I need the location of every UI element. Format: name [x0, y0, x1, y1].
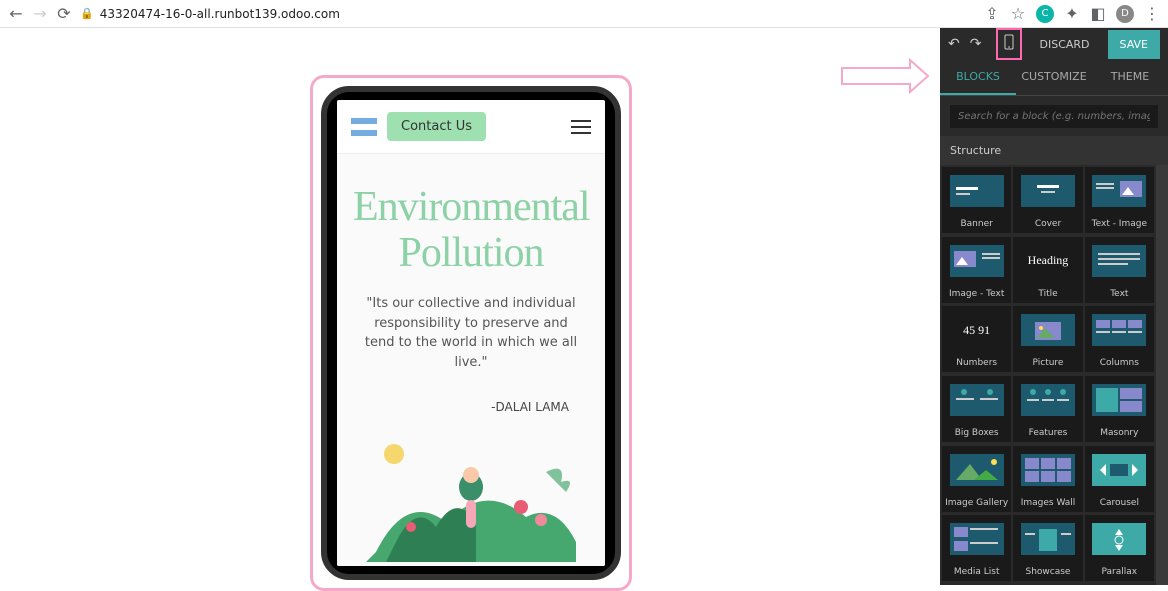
share-icon[interactable]: ⇪ — [984, 6, 1000, 22]
block-showcase[interactable]: Showcase — [1013, 515, 1082, 581]
block-thumb — [1092, 384, 1146, 416]
block-parallax[interactable]: Parallax — [1085, 515, 1154, 581]
block-label: Numbers — [956, 354, 997, 372]
mobile-preview-toggle[interactable] — [996, 28, 1022, 60]
puzzle-icon[interactable]: ✦ — [1064, 6, 1080, 22]
block-label: Carousel — [1100, 494, 1139, 512]
block-thumb — [1021, 454, 1075, 486]
block-thumb — [1021, 384, 1075, 416]
block-label: Image - Text — [949, 285, 1004, 303]
site-header: Contact Us — [337, 100, 605, 154]
block-thumb — [1092, 314, 1146, 346]
block-thumb: 45 91 — [950, 314, 1004, 346]
block-image-gallery[interactable]: Image Gallery — [942, 446, 1011, 512]
block-columns[interactable]: Columns — [1085, 306, 1154, 372]
block-thumb — [950, 384, 1004, 416]
block-text-image[interactable]: Text - Image — [1085, 167, 1154, 233]
block-thumb — [1021, 175, 1075, 207]
block-media-list[interactable]: Media List — [942, 515, 1011, 581]
block-label: Features — [1029, 424, 1068, 442]
block-label: Images Wall — [1021, 494, 1076, 512]
reload-icon[interactable]: ⟳ — [56, 6, 72, 22]
arrow-annotation — [840, 58, 930, 98]
block-thumb — [1092, 245, 1146, 277]
block-thumb — [950, 175, 1004, 207]
block-label: Text — [1110, 285, 1128, 303]
block-label: Image Gallery — [945, 494, 1008, 512]
star-icon[interactable]: ☆ — [1010, 6, 1026, 22]
page-content[interactable]: Environmental Pollution "Its our collect… — [337, 154, 605, 566]
profile-avatar[interactable]: D — [1116, 5, 1134, 23]
block-label: Columns — [1100, 354, 1139, 372]
discard-button[interactable]: DISCARD — [1032, 30, 1098, 59]
address-bar[interactable]: 🔒 43320474-16-0-all.runbot139.odoo.com — [80, 7, 340, 21]
phone-screen[interactable]: Contact Us Environmental Pollution "Its … — [337, 100, 605, 566]
block-carousel[interactable]: Carousel — [1085, 446, 1154, 512]
block-grid: Banner Cover Text - Image Image - Text Headi… — [940, 165, 1156, 585]
block-search-input[interactable] — [950, 105, 1158, 128]
block-text[interactable]: Text — [1085, 237, 1154, 303]
forward-icon[interactable]: → — [32, 6, 48, 22]
block-picture[interactable]: Picture — [1013, 306, 1082, 372]
menu-icon[interactable]: ⋮ — [1144, 6, 1160, 22]
tab-customize[interactable]: CUSTOMIZE — [1016, 60, 1092, 95]
block-images-wall[interactable]: Images Wall — [1013, 446, 1082, 512]
redo-icon[interactable]: ↷ — [970, 36, 982, 52]
block-numbers[interactable]: 45 91 Numbers — [942, 306, 1011, 372]
page-heading[interactable]: Environmental Pollution — [353, 184, 589, 276]
block-thumb — [1092, 175, 1146, 207]
contact-us-button[interactable]: Contact Us — [387, 112, 486, 141]
extension-icon[interactable]: C — [1036, 5, 1054, 23]
block-thumb — [1021, 314, 1075, 346]
undo-icon[interactable]: ↶ — [948, 36, 960, 52]
section-structure: Structure — [940, 136, 1168, 165]
lock-icon: 🔒 — [80, 7, 94, 20]
block-label: Showcase — [1026, 563, 1071, 581]
block-label: Text - Image — [1092, 215, 1147, 233]
browser-chrome: ← → ⟳ 🔒 43320474-16-0-all.runbot139.odoo… — [0, 0, 1168, 28]
quote-text[interactable]: "Its our collective and individual respo… — [353, 294, 589, 372]
block-thumb — [1021, 523, 1075, 555]
block-label: Masonry — [1100, 424, 1138, 442]
back-icon[interactable]: ← — [8, 6, 24, 22]
block-label: Parallax — [1102, 563, 1138, 581]
block-label: Banner — [960, 215, 992, 233]
url-text: 43320474-16-0-all.runbot139.odoo.com — [100, 7, 340, 21]
block-image-text[interactable]: Image - Text — [942, 237, 1011, 303]
phone-device: Contact Us Environmental Pollution "Its … — [321, 86, 621, 580]
block-label: Picture — [1033, 354, 1064, 372]
block-title[interactable]: Heading Title — [1013, 237, 1082, 303]
block-thumb: Heading — [1021, 245, 1075, 277]
block-banner[interactable]: Banner — [942, 167, 1011, 233]
scrollbar[interactable] — [1156, 165, 1168, 585]
block-label: Media List — [954, 563, 1000, 581]
block-label: Title — [1038, 285, 1057, 303]
tab-theme[interactable]: THEME — [1092, 60, 1168, 95]
block-label: Cover — [1035, 215, 1061, 233]
hamburger-menu-icon[interactable] — [571, 120, 591, 134]
hero-illustration[interactable] — [353, 432, 589, 562]
sidebar-tabs: BLOCKS CUSTOMIZE THEME — [940, 60, 1168, 96]
editor-sidebar: ↶ ↷ DISCARD SAVE BLOCKS CUSTOMIZE THEME … — [940, 28, 1168, 585]
block-label: Big Boxes — [955, 424, 999, 442]
editor-canvas: Contact Us Environmental Pollution "Its … — [0, 28, 940, 585]
block-thumb — [950, 245, 1004, 277]
block-features[interactable]: Features — [1013, 376, 1082, 442]
block-cover[interactable]: Cover — [1013, 167, 1082, 233]
mobile-preview-frame: Contact Us Environmental Pollution "Its … — [310, 75, 632, 591]
block-big-boxes[interactable]: Big Boxes — [942, 376, 1011, 442]
flag-icon[interactable] — [351, 118, 377, 136]
block-thumb — [1092, 454, 1146, 486]
block-masonry[interactable]: Masonry — [1085, 376, 1154, 442]
block-thumb — [950, 454, 1004, 486]
block-thumb — [950, 523, 1004, 555]
quote-author[interactable]: -DALAI LAMA — [353, 400, 589, 414]
tab-blocks[interactable]: BLOCKS — [940, 60, 1016, 95]
save-button[interactable]: SAVE — [1108, 30, 1160, 59]
block-thumb — [1092, 523, 1146, 555]
panel-icon[interactable]: ◧ — [1090, 6, 1106, 22]
